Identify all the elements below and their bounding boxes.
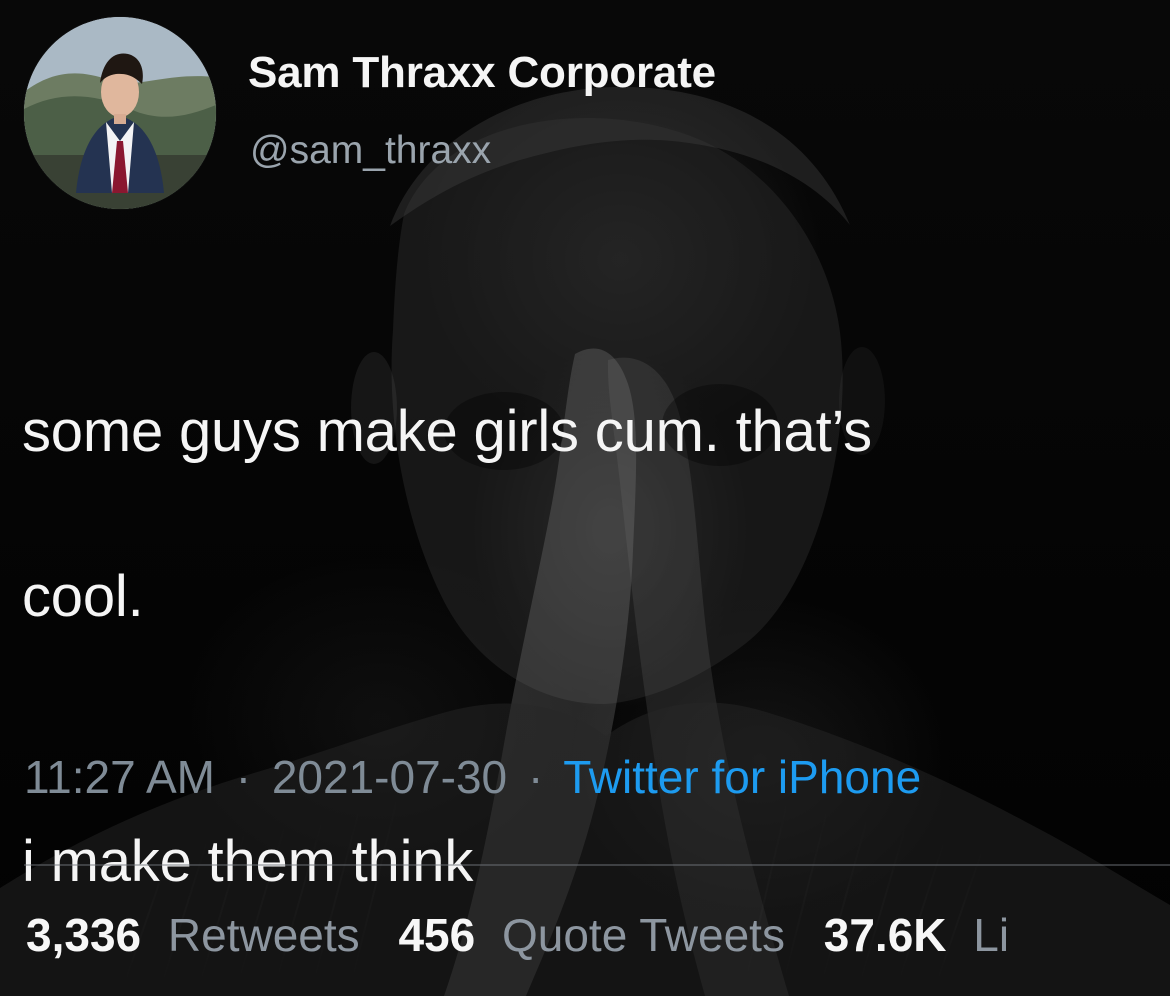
tweet-line-2: cool.: [22, 564, 144, 630]
tweet-line-1: some guys make girls cum. that’s: [22, 399, 872, 465]
tweet-time: 11:27 AM: [24, 751, 215, 803]
tweet-line-4: i make them think: [22, 829, 474, 895]
tweet-screenshot: Sam Thraxx Corporate @sam_thraxx some gu…: [0, 0, 1170, 996]
likes-count: 37.6K: [823, 909, 947, 961]
likes-label: Li: [973, 909, 1010, 961]
username[interactable]: @sam_thraxx: [250, 131, 491, 170]
display-name[interactable]: Sam Thraxx Corporate: [248, 51, 716, 95]
quote-tweets-label: Quote Tweets: [501, 909, 785, 961]
divider: [24, 864, 1170, 866]
quote-tweets-count: 456: [398, 909, 476, 961]
tweet-source-link[interactable]: Twitter for iPhone: [563, 751, 921, 803]
retweets-label: Retweets: [167, 909, 360, 961]
separator-dot: ·: [235, 751, 252, 803]
tweet-date: 2021-07-30: [271, 751, 508, 803]
tweet-stats: 3,336 Retweets 456 Quote Tweets 37.6K Li: [26, 912, 1035, 958]
retweets-stat[interactable]: 3,336 Retweets: [26, 912, 360, 958]
retweets-count: 3,336: [26, 909, 142, 961]
quote-tweets-stat[interactable]: 456 Quote Tweets: [398, 912, 785, 958]
separator-dot: ·: [527, 751, 544, 803]
profile-avatar[interactable]: [24, 17, 216, 209]
likes-stat[interactable]: 37.6K Li: [824, 912, 1009, 958]
tweet-text: some guys make girls cum. that’s cool. i…: [22, 309, 1170, 986]
tweet-metadata: 11:27 AM · 2021-07-30 · Twitter for iPho…: [24, 754, 921, 800]
tweet-line-3: [22, 721, 1170, 739]
